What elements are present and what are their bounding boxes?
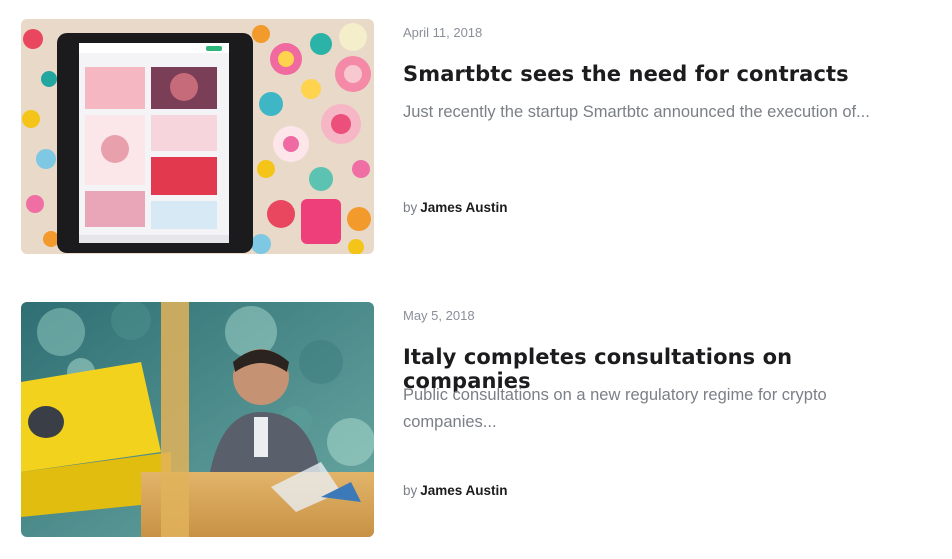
post-excerpt: Public consultations on a new regulatory… [403,386,827,431]
post-card: April 11, 2018 Smartbtc sees the need fo… [21,19,921,254]
byline-prefix: by [403,200,418,215]
author-link[interactable]: James Austin [420,483,507,498]
post-thumbnail-link[interactable] [21,302,374,537]
post-byline: by James Austin [403,483,508,498]
person-left [28,406,64,438]
byline-prefix: by [403,483,418,498]
post-date: May 5, 2018 [403,308,475,323]
post-title-link[interactable]: Smartbtc sees the need for contracts [403,62,903,86]
tablet-device [57,33,253,253]
post-card: May 5, 2018 Italy completes consultation… [21,302,921,537]
blurred-foreground-post [161,302,189,537]
author-link[interactable]: James Austin [420,200,507,215]
post-image-office-people [21,302,374,537]
post-date: April 11, 2018 [403,25,483,40]
post-image-tablet-confetti [21,19,374,254]
post-thumbnail-link[interactable] [21,19,374,254]
post-list: April 11, 2018 Smartbtc sees the need fo… [0,0,952,559]
post-byline: by James Austin [403,200,508,215]
post-excerpt: Just recently the startup Smartbtc annou… [403,103,870,121]
